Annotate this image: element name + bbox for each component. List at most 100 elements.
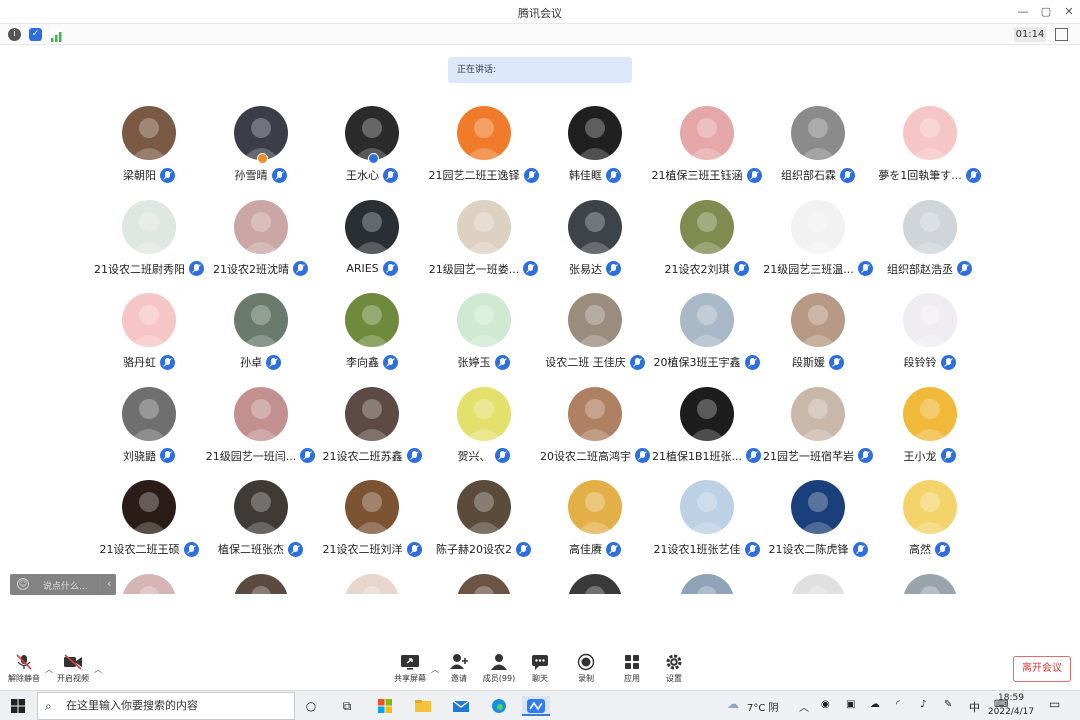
- signal-icon[interactable]: [50, 28, 63, 42]
- avatar[interactable]: [233, 386, 288, 441]
- pen-icon[interactable]: ✎: [944, 699, 952, 710]
- video-options-caret-icon[interactable]: ︿: [94, 664, 102, 675]
- leave-meeting-button[interactable]: 离开会议: [1013, 656, 1071, 682]
- cortana-icon[interactable]: ○: [300, 696, 322, 716]
- tray-overflow-icon[interactable]: ︿: [799, 699, 809, 714]
- avatar[interactable]: [345, 293, 399, 347]
- avatar[interactable]: [122, 293, 176, 347]
- avatar[interactable]: [902, 199, 957, 254]
- weather-cloud-icon[interactable]: ☁: [727, 697, 739, 711]
- avatar[interactable]: [122, 573, 176, 594]
- start-video-button[interactable]: 开启视频: [51, 650, 95, 688]
- taskbar-search-input[interactable]: 在这里输入你要搜索的内容: [37, 692, 295, 720]
- invite-button[interactable]: 邀请: [437, 650, 481, 688]
- avatar[interactable]: [456, 386, 511, 441]
- store-icon[interactable]: [374, 696, 396, 716]
- avatar[interactable]: [345, 480, 399, 534]
- avatar[interactable]: [679, 199, 734, 254]
- avatar[interactable]: [122, 106, 176, 160]
- windows-start-icon[interactable]: [7, 696, 29, 716]
- avatar[interactable]: [568, 293, 622, 347]
- gear-icon: [652, 653, 696, 671]
- avatar[interactable]: [122, 199, 176, 254]
- avatar[interactable]: [456, 293, 511, 347]
- avatar[interactable]: [345, 106, 399, 160]
- participant-name: 段铃铃: [903, 356, 937, 369]
- avatar[interactable]: [679, 106, 734, 160]
- avatar[interactable]: [791, 386, 845, 441]
- apps-button[interactable]: 应用: [610, 650, 654, 688]
- chat-quick-input[interactable]: ☺ 说点什么... ‹: [10, 574, 116, 595]
- weather-text[interactable]: 7°C 阴: [747, 699, 779, 714]
- participant-tile[interactable]: 高然: [860, 474, 1000, 564]
- avatar[interactable]: [568, 106, 622, 160]
- settings-button[interactable]: 设置: [652, 650, 696, 688]
- avatar[interactable]: [679, 386, 734, 441]
- avatar[interactable]: [568, 573, 622, 594]
- avatar[interactable]: [791, 573, 845, 594]
- avatar[interactable]: [456, 199, 511, 254]
- participant-name: 王水心: [346, 169, 379, 182]
- avatar[interactable]: [791, 106, 845, 160]
- info-icon[interactable]: i: [8, 28, 21, 41]
- participant-tile[interactable]: [860, 568, 1000, 594]
- volume-icon[interactable]: ♪: [920, 699, 926, 710]
- avatar[interactable]: [568, 199, 622, 254]
- input-method-indicator[interactable]: 中: [969, 699, 980, 715]
- avatar[interactable]: [568, 480, 622, 534]
- avatar[interactable]: [233, 573, 288, 594]
- wifi-icon[interactable]: ◜: [896, 699, 900, 710]
- avatar[interactable]: [233, 293, 288, 347]
- close-button[interactable]: ✕: [1058, 3, 1080, 21]
- shield-icon[interactable]: ✓: [29, 28, 42, 41]
- maximize-button[interactable]: ▢: [1035, 3, 1057, 21]
- task-view-icon[interactable]: ⧉: [336, 696, 358, 716]
- avatar[interactable]: [902, 106, 957, 160]
- chevron-left-icon[interactable]: ‹: [107, 577, 111, 590]
- avatar[interactable]: [902, 480, 957, 534]
- minimize-button[interactable]: —: [1012, 3, 1034, 21]
- emoji-icon[interactable]: ☺: [17, 578, 29, 590]
- avatar[interactable]: [345, 386, 399, 441]
- share-screen-button[interactable]: 共享屏幕: [388, 650, 432, 688]
- mail-icon[interactable]: [450, 696, 472, 716]
- avatar[interactable]: [791, 199, 845, 254]
- clock-date[interactable]: 2022/4/17: [984, 707, 1038, 717]
- avatar[interactable]: [902, 386, 957, 441]
- avatar[interactable]: [679, 293, 734, 347]
- avatar[interactable]: [233, 480, 288, 534]
- avatar[interactable]: [456, 106, 511, 160]
- avatar[interactable]: [679, 480, 734, 534]
- tencent-meeting-taskbar-icon[interactable]: [522, 696, 550, 716]
- avatar[interactable]: [791, 293, 845, 347]
- avatar[interactable]: [122, 386, 176, 441]
- tray-app-icon-2[interactable]: ▣: [846, 699, 855, 710]
- avatar[interactable]: [233, 106, 288, 160]
- participant-tile[interactable]: 段铃铃: [860, 287, 1000, 377]
- avatar[interactable]: [456, 480, 511, 534]
- avatar[interactable]: [345, 199, 399, 254]
- avatar[interactable]: [902, 293, 957, 347]
- tray-app-icon-1[interactable]: ◉: [821, 699, 830, 710]
- participant-tile[interactable]: 王小龙: [860, 381, 1000, 471]
- notifications-icon[interactable]: ▭: [1049, 697, 1060, 711]
- edge-browser-icon[interactable]: [488, 696, 510, 716]
- avatar[interactable]: [791, 480, 845, 534]
- participant-tile[interactable]: 组织部赵浩丞: [860, 194, 1000, 284]
- avatar[interactable]: [679, 573, 734, 594]
- chat-button[interactable]: 聊天: [518, 650, 562, 688]
- participant-tile[interactable]: 夢を1回執筆す...: [860, 100, 1000, 190]
- fullscreen-icon[interactable]: [1055, 28, 1068, 41]
- clock-time[interactable]: 18:59: [988, 693, 1034, 703]
- record-button[interactable]: 录制: [564, 650, 608, 688]
- avatar[interactable]: [122, 480, 176, 534]
- avatar[interactable]: [345, 573, 399, 594]
- avatar[interactable]: [456, 573, 511, 594]
- avatar[interactable]: [568, 386, 622, 441]
- file-explorer-icon[interactable]: [412, 696, 434, 716]
- unmute-button[interactable]: 解除静音: [2, 650, 46, 688]
- avatar[interactable]: [233, 199, 288, 254]
- onedrive-icon[interactable]: ☁: [870, 699, 880, 710]
- members-button[interactable]: 成员(99): [477, 650, 521, 688]
- avatar[interactable]: [902, 573, 957, 594]
